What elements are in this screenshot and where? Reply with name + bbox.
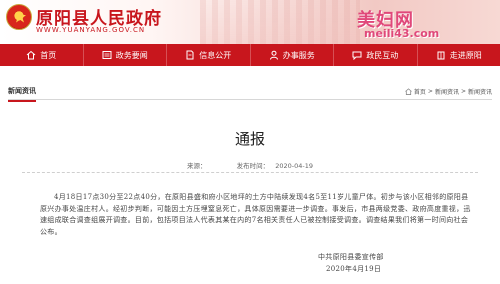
source-label: 来源： [186, 162, 207, 170]
watermark-url: meili43.com [364, 27, 440, 40]
publish-time-value: 2020-04-19 [275, 162, 313, 170]
nav-item-news[interactable]: 政务要闻 [84, 44, 167, 66]
nav-item-label: 政务要闻 [115, 50, 148, 60]
divider [22, 172, 478, 173]
document-icon [186, 50, 194, 60]
breadcrumb-link-news[interactable]: 新闻资讯 [435, 87, 459, 96]
section-header: 新闻资讯 首页 > 新闻资讯 > 新闻资讯 [8, 86, 492, 102]
article-meta: 来源： 发布时间： 2020-04-19 [0, 160, 500, 170]
newspaper-icon [102, 51, 112, 59]
nav-item-label: 办事服务 [282, 50, 315, 60]
signature-organization: 中共原阳县委宣传部 [318, 253, 384, 261]
nav-item-label: 走进原阳 [449, 50, 482, 60]
building-icon [437, 51, 445, 60]
chat-icon [352, 51, 362, 60]
nav-item-label: 信息公开 [199, 50, 232, 60]
breadcrumb: 首页 > 新闻资讯 > 新闻资讯 [405, 87, 492, 96]
nav-item-services[interactable]: 办事服务 [251, 44, 334, 66]
home-icon [26, 50, 36, 60]
breadcrumb-separator: > [460, 88, 466, 95]
nav-item-home[interactable]: 首页 [0, 44, 84, 66]
national-emblem-icon [6, 4, 32, 30]
nav-item-about[interactable]: 走进原阳 [418, 44, 500, 66]
article-title: 通报 [234, 130, 265, 148]
site-url: WWW.YUANYANG.GOV.CN [36, 26, 146, 34]
publish-time-label: 发布时间： [236, 162, 270, 170]
section-tab[interactable]: 新闻资讯 [8, 86, 36, 102]
main-nav: 首页 政务要闻 信息公开 办事服务 政民互动 走进原阳 [0, 44, 500, 66]
home-icon [405, 88, 412, 95]
nav-item-label: 首页 [40, 50, 57, 60]
nav-item-label: 政民互动 [366, 50, 399, 60]
header-banner: 原阳县人民政府 WWW.YUANYANG.GOV.CN 美妇网 meili43.… [0, 0, 500, 44]
person-icon [269, 50, 278, 60]
breadcrumb-link-current[interactable]: 新闻资讯 [468, 87, 492, 96]
breadcrumb-link-home[interactable]: 首页 [414, 87, 426, 96]
breadcrumb-separator: > [427, 88, 433, 95]
banner-building-image [200, 0, 360, 44]
signature-date: 2020年4月19日 [326, 265, 382, 273]
nav-item-info-disclosure[interactable]: 信息公开 [167, 44, 251, 66]
nav-item-interaction[interactable]: 政民互动 [334, 44, 418, 66]
article-body: 4月18日17点30分至22点40分，在原阳县盛和府小区地坪的土方中陆续发现4名… [40, 193, 471, 236]
